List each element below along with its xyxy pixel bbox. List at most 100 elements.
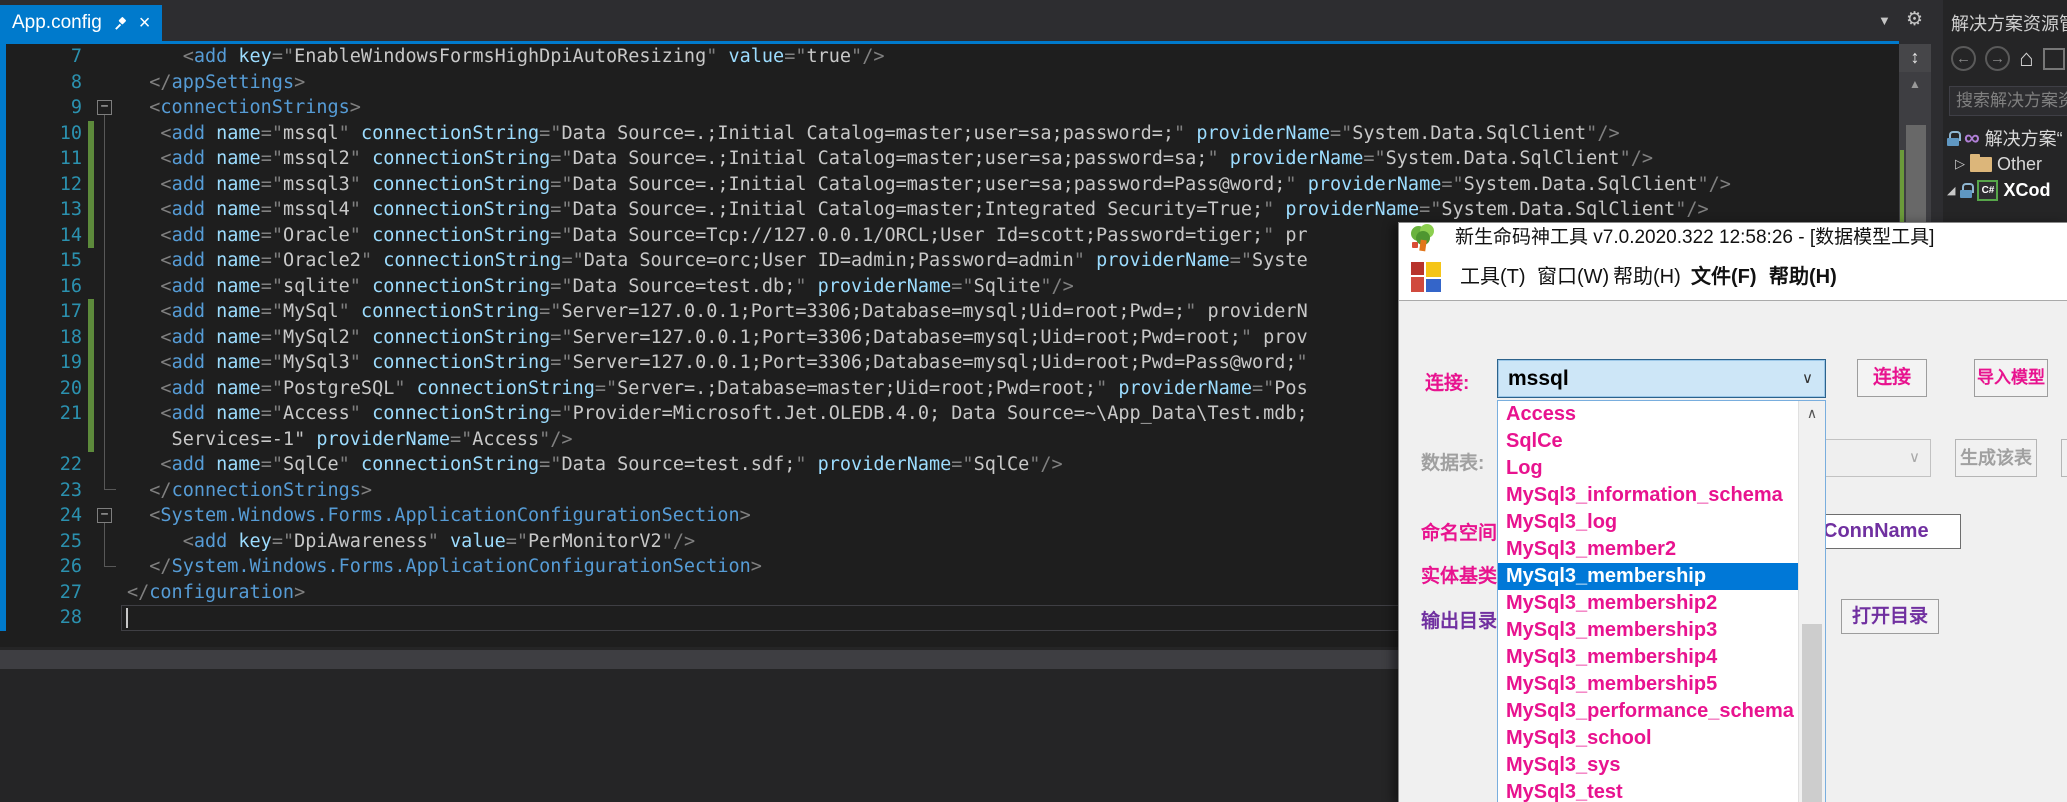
splitter-handle-icon[interactable]: ↕ <box>1899 44 1931 72</box>
dropdown-item[interactable]: SqlCe <box>1498 428 1798 455</box>
dropdown-item[interactable]: MySql3_sys <box>1498 752 1798 779</box>
menu-help[interactable]: 帮助(H) <box>1613 253 1681 301</box>
line-number[interactable]: 14 <box>0 223 82 249</box>
fold-toggle <box>94 223 116 249</box>
chevron-down-icon[interactable]: ∨ <box>1802 360 1813 397</box>
dialog-menu-bar: 工具(T) 窗口(W) 帮助(H) 文件(F) 帮助(H) <box>1399 253 2067 301</box>
search-input[interactable]: 搜索解决方案资源管理器 <box>1949 86 2067 116</box>
code-line[interactable]: 11 <add name="mssql2" connectionString="… <box>0 146 1899 172</box>
scroll-up-icon[interactable]: ▲ <box>1899 74 1931 94</box>
dropdown-item[interactable]: MySql3_membership2 <box>1498 590 1798 617</box>
code-text: Services=-1" providerName="Access"/> <box>127 427 573 453</box>
dropdown-item[interactable]: MySql3_performance_schema <box>1498 698 1798 725</box>
dropdown-item[interactable]: MySql3_test <box>1498 779 1798 802</box>
chevron-collapsed-icon[interactable]: ▷ <box>1955 156 1965 172</box>
tree-item-other-folder[interactable]: ▷ Other <box>1943 151 2067 177</box>
code-text: <add name="Access" connectionString="Pro… <box>127 401 1308 427</box>
dropdown-item[interactable]: MySql3_information_schema <box>1498 482 1798 509</box>
line-number[interactable]: 12 <box>0 172 82 198</box>
dropdown-item[interactable]: MySql3_membership5 <box>1498 671 1798 698</box>
code-text: <add name="sqlite" connectionString="Dat… <box>127 274 1074 300</box>
line-number[interactable]: 16 <box>0 274 82 300</box>
code-text: <add name="mssql2" connectionString="Dat… <box>127 146 1653 172</box>
fold-toggle[interactable]: − <box>97 100 112 115</box>
gear-icon[interactable]: ⚙ <box>1906 8 1923 31</box>
line-number[interactable]: 20 <box>0 376 82 402</box>
fold-toggle <box>94 274 116 300</box>
back-icon[interactable]: ← <box>1951 46 1976 71</box>
fold-toggle <box>94 172 116 198</box>
code-line[interactable]: 13 <add name="mssql4" connectionString="… <box>0 197 1899 223</box>
fold-toggle <box>94 580 116 606</box>
document-dropdown-icon[interactable]: ▼ <box>1878 13 1891 28</box>
line-number[interactable]: 15 <box>0 248 82 274</box>
code-text: <add name="PostgreSQL" connectionString=… <box>127 376 1308 402</box>
code-text: </System.Windows.Forms.ApplicationConfig… <box>127 554 762 580</box>
change-bar <box>88 95 94 121</box>
panel-toolbar: ← → ⌂ <box>1951 46 2065 71</box>
line-number[interactable]: 24 <box>0 503 82 529</box>
clipped-button <box>2061 439 2067 477</box>
dialog-title-bar[interactable]: 新生命码神工具 v7.0.2020.322 12:58:26 - [数据模型工具… <box>1399 223 2067 253</box>
menu-window[interactable]: 窗口(W) <box>1537 253 1609 301</box>
code-line[interactable]: 7 <add key="EnableWindowsFormsHighDpiAut… <box>0 44 1899 70</box>
code-text: <add name="MySql2" connectionString="Ser… <box>127 325 1308 351</box>
close-icon[interactable]: × <box>139 13 151 33</box>
dropdown-item[interactable]: Log <box>1498 455 1798 482</box>
line-number[interactable]: 13 <box>0 197 82 223</box>
dropdown-item[interactable]: Access <box>1498 401 1798 428</box>
line-number[interactable]: 19 <box>0 350 82 376</box>
line-number[interactable]: 10 <box>0 121 82 147</box>
csharp-project-icon: C# <box>1977 180 1998 201</box>
line-number[interactable]: 23 <box>0 478 82 504</box>
line-number[interactable]: 25 <box>0 529 82 555</box>
dropdown-item[interactable]: MySql3_membership4 <box>1498 644 1798 671</box>
line-number[interactable]: 11 <box>0 146 82 172</box>
dropdown-scrollbar[interactable]: ∧ <box>1798 401 1825 802</box>
tab-app-config[interactable]: App.config × <box>0 5 162 41</box>
code-line[interactable]: 10 <add name="mssql" connectionString="D… <box>0 121 1899 147</box>
code-line[interactable]: 12 <add name="mssql3" connectionString="… <box>0 172 1899 198</box>
dropdown-item[interactable]: MySql3_membership3 <box>1498 617 1798 644</box>
dropdown-item[interactable]: MySql3_school <box>1498 725 1798 752</box>
line-number[interactable]: 26 <box>0 554 82 580</box>
line-number[interactable]: 21 <box>0 401 82 427</box>
dropdown-item[interactable]: MySql3_member2 <box>1498 536 1798 563</box>
menu-help2[interactable]: 帮助(H) <box>1769 253 1837 301</box>
scroll-up-icon[interactable]: ∧ <box>1799 401 1825 428</box>
line-number[interactable]: 17 <box>0 299 82 325</box>
pin-icon[interactable] <box>113 16 128 31</box>
fold-toggle <box>94 197 116 223</box>
menu-file[interactable]: 文件(F) <box>1691 253 1757 301</box>
dropdown-scrollbar-thumb[interactable] <box>1802 624 1822 802</box>
fold-toggle <box>94 452 116 478</box>
connection-combobox[interactable]: mssql ∨ <box>1497 359 1826 398</box>
tree-item-solution[interactable]: ∞ 解决方案“ <box>1943 125 2067 151</box>
fold-toggle[interactable]: − <box>97 508 112 523</box>
dropdown-item[interactable]: MySql3_membership <box>1498 563 1798 590</box>
fold-toggle <box>94 427 116 453</box>
line-number[interactable]: 27 <box>0 580 82 606</box>
menu-tools[interactable]: 工具(T) <box>1460 253 1526 301</box>
chevron-expanded-icon[interactable]: ◢ <box>1947 184 1955 197</box>
tree-item-label: Other <box>1997 154 2042 175</box>
line-number[interactable]: 22 <box>0 452 82 478</box>
tree-item-xcode-project[interactable]: ◢ C# XCod <box>1943 177 2067 203</box>
line-number[interactable] <box>0 427 82 453</box>
line-number[interactable]: 8 <box>0 70 82 96</box>
dropdown-item[interactable]: MySql3_log <box>1498 509 1798 536</box>
code-line[interactable]: 8 </appSettings> <box>0 70 1899 96</box>
line-number[interactable]: 9 <box>0 95 82 121</box>
import-model-button[interactable]: 导入模型 <box>1974 359 2048 397</box>
open-directory-button[interactable]: 打开目录 <box>1841 599 1939 634</box>
forward-icon[interactable]: → <box>1985 46 2010 71</box>
entity-base-label: 实体基类 <box>1421 561 1497 588</box>
connect-button[interactable]: 连接 <box>1857 359 1927 397</box>
line-number[interactable]: 7 <box>0 44 82 70</box>
line-number[interactable]: 28 <box>0 605 82 631</box>
fold-toggle <box>94 248 116 274</box>
code-line[interactable]: 9− <connectionStrings> <box>0 95 1899 121</box>
toolbar-icon[interactable] <box>2043 48 2065 70</box>
line-number[interactable]: 18 <box>0 325 82 351</box>
home-icon[interactable]: ⌂ <box>2019 46 2034 71</box>
